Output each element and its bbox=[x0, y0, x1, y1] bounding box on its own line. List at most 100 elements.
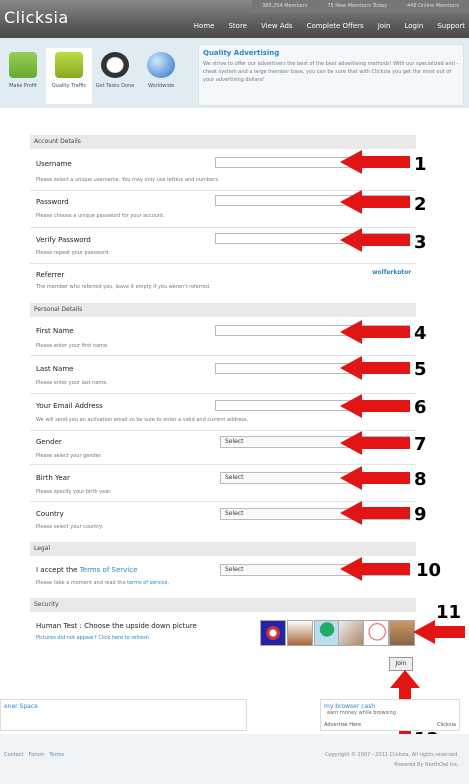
nav-home[interactable]: Home bbox=[194, 22, 215, 30]
nav-join[interactable]: Join bbox=[378, 22, 391, 30]
tos-help-prefix: Please take a moment and read the bbox=[36, 580, 128, 586]
terms-help-link[interactable]: terms of service. bbox=[127, 580, 169, 586]
email-input[interactable] bbox=[215, 400, 410, 411]
ad-network-label: Clicksia bbox=[437, 722, 456, 728]
main-nav: Home Store View Ads Complete Offers Join… bbox=[194, 22, 465, 30]
divider bbox=[30, 393, 416, 394]
section-security: Security bbox=[30, 598, 416, 612]
first-name-help: Please enter your first name. bbox=[36, 343, 109, 349]
annotation-number: 7 bbox=[414, 434, 427, 455]
top-bar: Clicksia 386,254 Members 75 New Members … bbox=[0, 0, 469, 38]
divider bbox=[30, 263, 416, 264]
select-value: Select bbox=[225, 510, 244, 517]
section-legal: Legal bbox=[30, 542, 416, 556]
country-select[interactable]: Select ⌄ bbox=[220, 508, 410, 520]
ad-right-title: my browser cash bbox=[324, 703, 376, 710]
powered-by-text: Powered By NorthOwl Inc. bbox=[394, 762, 459, 768]
money-icon bbox=[9, 52, 37, 78]
footer-terms-link[interactable]: Terms bbox=[49, 752, 64, 758]
annotation-number: 11 bbox=[436, 602, 462, 623]
username-label: Username bbox=[36, 160, 72, 168]
quality-advertising-box: Quality Advertising We strive to offer o… bbox=[198, 44, 464, 106]
captcha-tree-image[interactable] bbox=[314, 620, 340, 646]
join-button[interactable]: Join bbox=[389, 657, 413, 671]
ad-right-text: earn money while browsing bbox=[327, 710, 396, 716]
nav-complete-offers[interactable]: Complete Offers bbox=[307, 22, 364, 30]
stat-new-members: 75 New Members Today bbox=[327, 3, 388, 9]
divider bbox=[30, 501, 416, 502]
bar-chart-icon bbox=[55, 52, 83, 78]
annotation-number: 1 bbox=[414, 154, 427, 175]
last-name-label: Last Name bbox=[36, 365, 74, 373]
password-input[interactable] bbox=[215, 195, 410, 206]
feature-label: Make Profit bbox=[9, 83, 37, 89]
footer-contact-link[interactable]: Contact bbox=[4, 752, 23, 758]
referrer-value: wolferkotor bbox=[372, 269, 412, 276]
ad-banner-left[interactable]: ener Space bbox=[0, 699, 247, 731]
select-value: Select bbox=[225, 474, 244, 481]
nav-login[interactable]: Login bbox=[404, 22, 423, 30]
password-help: Please choose a unique password for your… bbox=[36, 213, 165, 219]
divider bbox=[30, 227, 416, 228]
advertise-here-link[interactable]: Advertise Here bbox=[324, 722, 361, 728]
feature-worldwide: Worldwide bbox=[138, 48, 184, 104]
feature-make-profit: Make Profit bbox=[0, 48, 46, 104]
password-label: Password bbox=[36, 198, 69, 206]
qa-title: Quality Advertising bbox=[203, 49, 280, 57]
human-test-label: Human Test : Choose the upside down pict… bbox=[36, 622, 197, 630]
captcha-flag-image[interactable] bbox=[260, 620, 286, 646]
birth-year-help: Please specify your birth year. bbox=[36, 489, 112, 495]
username-input[interactable] bbox=[215, 157, 410, 168]
country-label: Country bbox=[36, 510, 64, 518]
email-label: Your Email Address bbox=[36, 402, 103, 410]
footer-forum-link[interactable]: Forum bbox=[28, 752, 44, 758]
site-logo[interactable]: Clicksia bbox=[4, 8, 69, 27]
captcha-dog-image[interactable] bbox=[338, 620, 364, 646]
chevron-down-icon: ⌄ bbox=[400, 510, 408, 518]
gender-help: Please select your gender. bbox=[36, 453, 102, 459]
captcha-eagle-image[interactable] bbox=[287, 620, 313, 646]
nav-support[interactable]: Support bbox=[437, 22, 465, 30]
verify-password-label: Verify Password bbox=[36, 236, 91, 244]
tos-select[interactable]: Select ⌄ bbox=[220, 564, 410, 576]
captcha-kitty-image[interactable] bbox=[363, 620, 389, 646]
copyright-text: Copyright © 2007 - 2011 Clicksia, All ri… bbox=[324, 752, 459, 758]
section-account-details: Account Details bbox=[30, 135, 416, 149]
nav-store[interactable]: Store bbox=[228, 22, 247, 30]
stat-members: 386,254 Members bbox=[261, 3, 308, 9]
member-stats: 386,254 Members 75 New Members Today 448… bbox=[252, 0, 469, 13]
gender-select[interactable]: Select ⌄ bbox=[220, 436, 410, 448]
divider bbox=[30, 355, 416, 356]
qa-text: We strive to offer our advertisers the b… bbox=[203, 61, 459, 83]
clock-icon bbox=[101, 52, 129, 78]
nav-view-ads[interactable]: View Ads bbox=[261, 22, 293, 30]
refresh-pictures-link[interactable]: Pictures did not appear? Click here to r… bbox=[36, 635, 149, 641]
verify-password-help: Please repeat your password. bbox=[36, 250, 110, 256]
feature-label: Quality Traffic bbox=[51, 83, 87, 89]
feature-banner: Make Profit Quality Traffic Get Tasks Do… bbox=[0, 38, 469, 108]
last-name-input[interactable] bbox=[215, 363, 410, 374]
birth-year-select[interactable]: Select ⌄ bbox=[220, 472, 410, 484]
divider bbox=[30, 430, 416, 431]
chevron-down-icon: ⌄ bbox=[400, 566, 408, 574]
tos-help: Please take a moment and read the terms … bbox=[36, 580, 169, 586]
feature-label: Worldwide bbox=[147, 83, 175, 89]
last-name-help: Please enter your last name. bbox=[36, 380, 108, 386]
annotation-number: 4 bbox=[414, 323, 427, 344]
select-value: Select bbox=[225, 566, 244, 573]
stat-online: 448 Online Members bbox=[406, 3, 460, 9]
gender-label: Gender bbox=[36, 438, 62, 446]
birth-year-label: Birth Year bbox=[36, 474, 70, 482]
feature-label: Get Tasks Done bbox=[95, 83, 135, 89]
chevron-down-icon: ⌄ bbox=[400, 438, 408, 446]
annotation-number: 6 bbox=[414, 397, 427, 418]
annotation-number: 5 bbox=[414, 359, 427, 380]
referrer-label: Referrer bbox=[36, 271, 65, 279]
captcha-animal-image[interactable] bbox=[389, 620, 415, 646]
first-name-input[interactable] bbox=[215, 325, 410, 336]
verify-password-input[interactable] bbox=[215, 233, 410, 244]
ad-banner-right[interactable]: my browser cash earn money while browsin… bbox=[320, 699, 460, 731]
select-value: Select bbox=[225, 438, 244, 445]
ad-left-title: ener Space bbox=[4, 703, 38, 710]
terms-link[interactable]: Terms of Service bbox=[80, 566, 138, 574]
